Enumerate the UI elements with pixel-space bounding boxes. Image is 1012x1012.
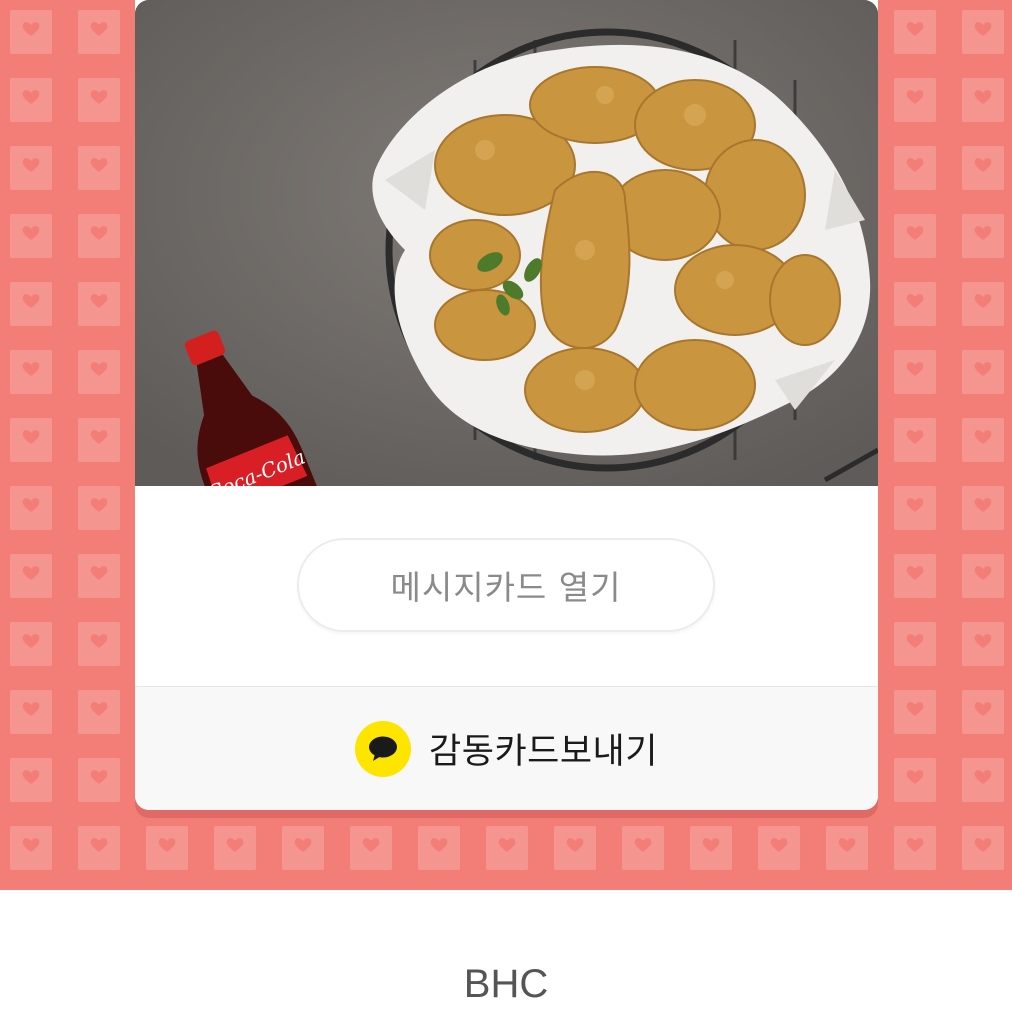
kakaotalk-speech-bubble-icon (355, 720, 412, 777)
message-card: Coca-Cola 메시지카드 열기 감동카드보내기 (135, 0, 878, 810)
brand-name: BHC (463, 962, 549, 1006)
open-card-section: 메시지카드 열기 (135, 486, 878, 687)
send-card-button[interactable]: 감동카드보내기 (135, 687, 878, 810)
chicken-product-photo: Coca-Cola (135, 0, 878, 486)
send-card-label: 감동카드보내기 (429, 732, 658, 772)
open-message-card-button[interactable]: 메시지카드 열기 (297, 538, 715, 632)
